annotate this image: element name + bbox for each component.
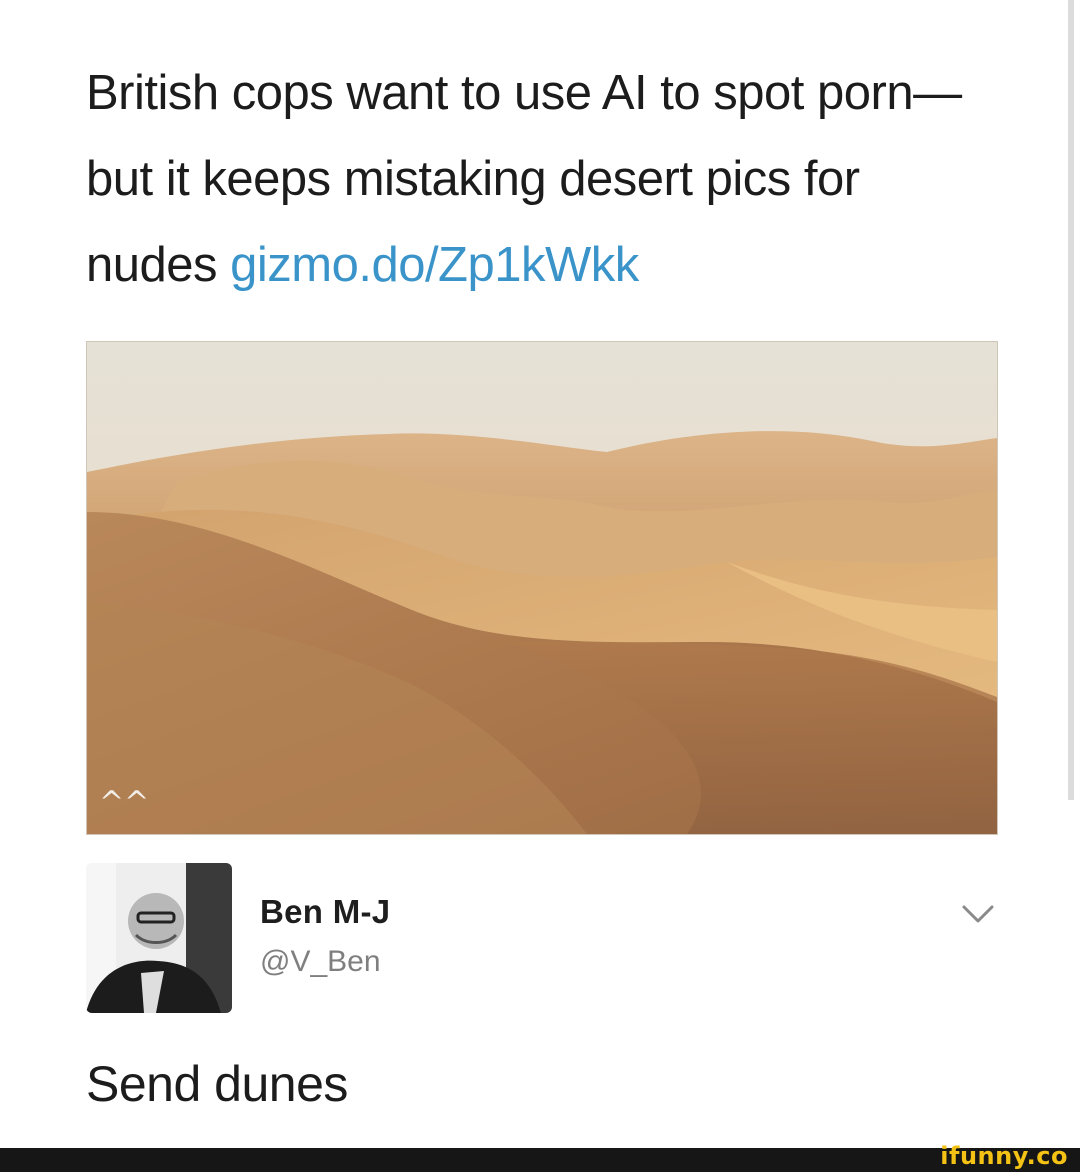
avatar-photo bbox=[86, 863, 232, 1013]
tweet-media-image[interactable]: ^^ bbox=[86, 341, 998, 835]
reply-text: Send dunes bbox=[86, 1056, 348, 1112]
desert-dunes-photo: ^^ bbox=[87, 342, 997, 834]
author-name[interactable]: Ben M-J bbox=[260, 893, 390, 931]
mm-mark-icon: ^^ bbox=[99, 785, 149, 820]
tweet-headline: British cops want to use AI to spot porn… bbox=[86, 50, 986, 308]
right-edge-divider bbox=[1068, 0, 1074, 800]
ifunny-watermark: ifunny.co bbox=[940, 1142, 1068, 1170]
headline-link[interactable]: gizmo.do/Zp1kWkk bbox=[230, 238, 639, 292]
author-handle[interactable]: @V_Ben bbox=[260, 945, 381, 979]
chevron-down-icon[interactable] bbox=[960, 902, 996, 926]
footer-bar: ifunny.co bbox=[0, 1142, 1080, 1172]
avatar[interactable] bbox=[86, 863, 232, 1013]
